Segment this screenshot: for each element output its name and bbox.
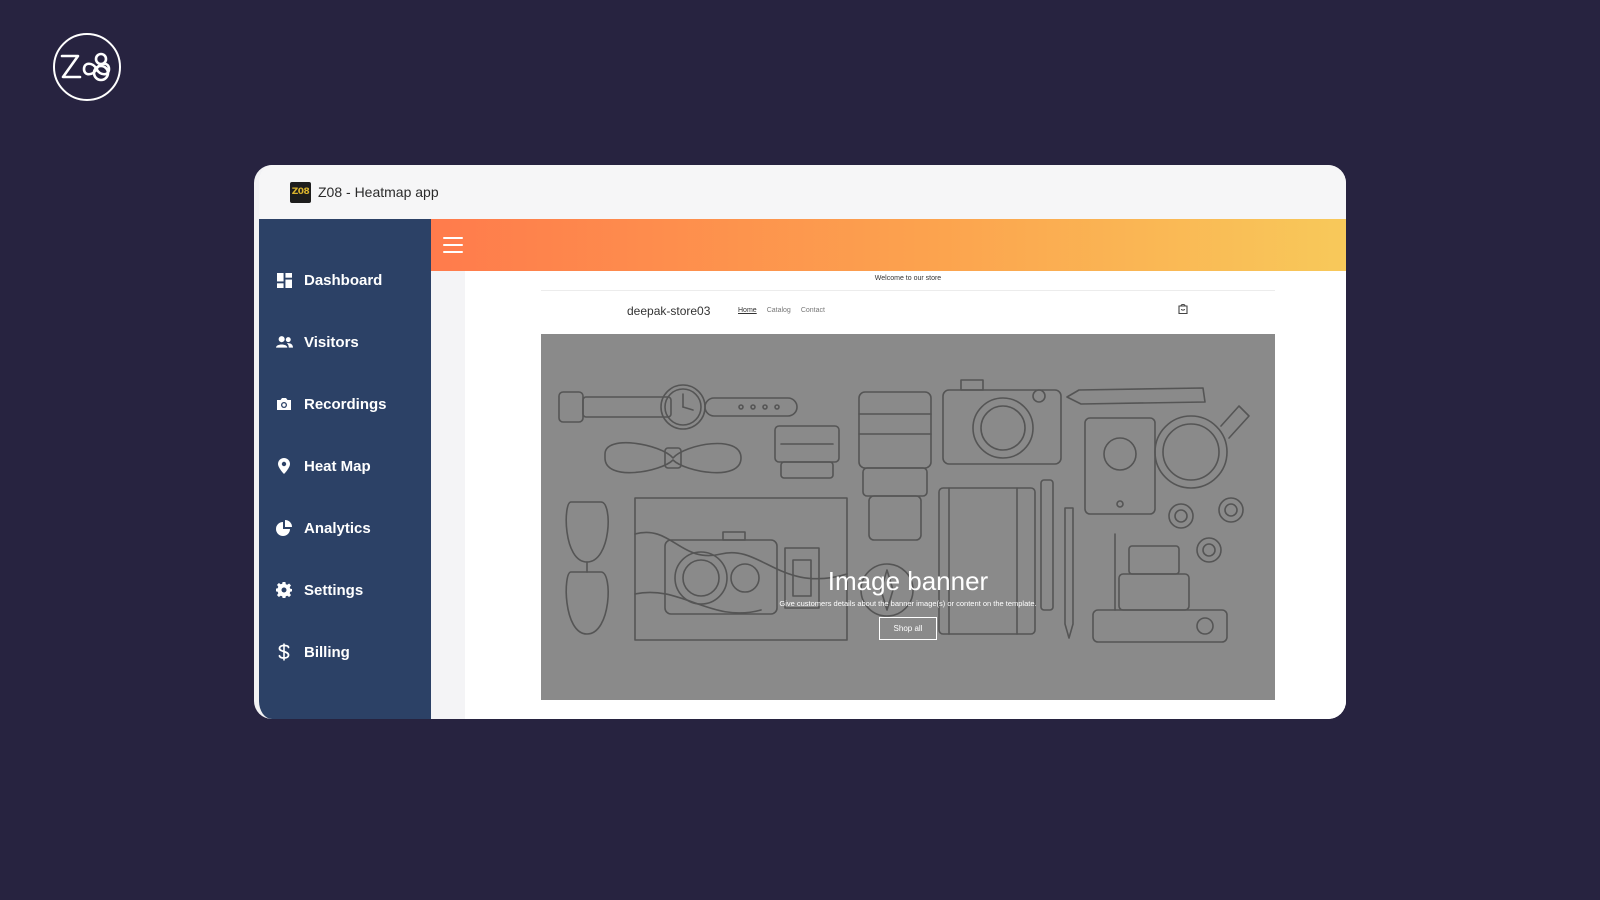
sidebar-item-billing[interactable]: Billing: [259, 621, 431, 683]
shop-all-button[interactable]: Shop all: [878, 617, 938, 640]
banner-subtext: Give customers details about the banner …: [779, 599, 1037, 608]
map-pin-icon: [275, 457, 293, 475]
window-title: Z08 - Heatmap app: [318, 184, 439, 200]
sidebar-item-label: Visitors: [304, 333, 359, 351]
banner-illustration: [558, 379, 1250, 643]
app-icon: Z08: [290, 181, 311, 203]
sidebar-item-label: Recordings: [304, 395, 387, 413]
store-nav-home[interactable]: Home: [738, 307, 757, 314]
app-icon-text: Z08: [291, 187, 310, 197]
dollar-icon: [275, 643, 293, 661]
frame-gutter: [431, 271, 465, 719]
window-body: Dashboard Visitors Recordings Heat Map A…: [259, 219, 1346, 719]
brand-logo: [53, 33, 121, 101]
sidebar-item-recordings[interactable]: Recordings: [259, 373, 431, 435]
hamburger-menu-icon[interactable]: [443, 237, 463, 253]
store-nav-contact[interactable]: Contact: [801, 307, 825, 314]
announcement-bar: Welcome to our store: [874, 275, 942, 282]
store-preview-frame[interactable]: Welcome to our store deepak-store03 Home…: [431, 271, 1346, 719]
topbar: [431, 219, 1346, 271]
banner-content: Image banner Give customers details abou…: [541, 566, 1275, 640]
sidebar-item-settings[interactable]: Settings: [259, 559, 431, 621]
main-area: Welcome to our store deepak-store03 Home…: [431, 219, 1346, 719]
sidebar-item-label: Billing: [304, 643, 350, 661]
z08-logo-icon: [60, 52, 111, 82]
sidebar-item-dashboard[interactable]: Dashboard: [259, 249, 431, 311]
users-icon: [275, 333, 293, 351]
sidebar-item-analytics[interactable]: Analytics: [259, 497, 431, 559]
store-header: deepak-store03 Home Catalog Contact: [541, 299, 1275, 323]
app-window: Z08 Z08 - Heatmap app Dashboard Visitors: [254, 165, 1346, 719]
image-banner: Image banner Give customers details abou…: [541, 334, 1275, 700]
banner-heading: Image banner: [827, 566, 989, 596]
store-nav: Home Catalog Contact: [738, 307, 825, 314]
store-nav-catalog[interactable]: Catalog: [767, 307, 791, 314]
dashboard-icon: [275, 271, 293, 289]
camera-icon: [275, 395, 293, 413]
window-titlebar: Z08 Z08 - Heatmap app: [259, 165, 1346, 219]
sidebar-item-label: Analytics: [304, 519, 371, 537]
sidebar: Dashboard Visitors Recordings Heat Map A…: [259, 219, 431, 719]
sidebar-item-label: Settings: [304, 581, 364, 599]
sidebar-item-heat-map[interactable]: Heat Map: [259, 435, 431, 497]
sidebar-item-label: Heat Map: [304, 457, 371, 475]
store-name[interactable]: deepak-store03: [627, 304, 710, 318]
sidebar-item-label: Dashboard: [304, 271, 383, 289]
gear-icon: [275, 581, 293, 599]
cart-icon[interactable]: [1177, 303, 1189, 315]
pie-chart-icon: [275, 519, 293, 537]
sidebar-item-visitors[interactable]: Visitors: [259, 311, 431, 373]
divider: [541, 290, 1275, 291]
